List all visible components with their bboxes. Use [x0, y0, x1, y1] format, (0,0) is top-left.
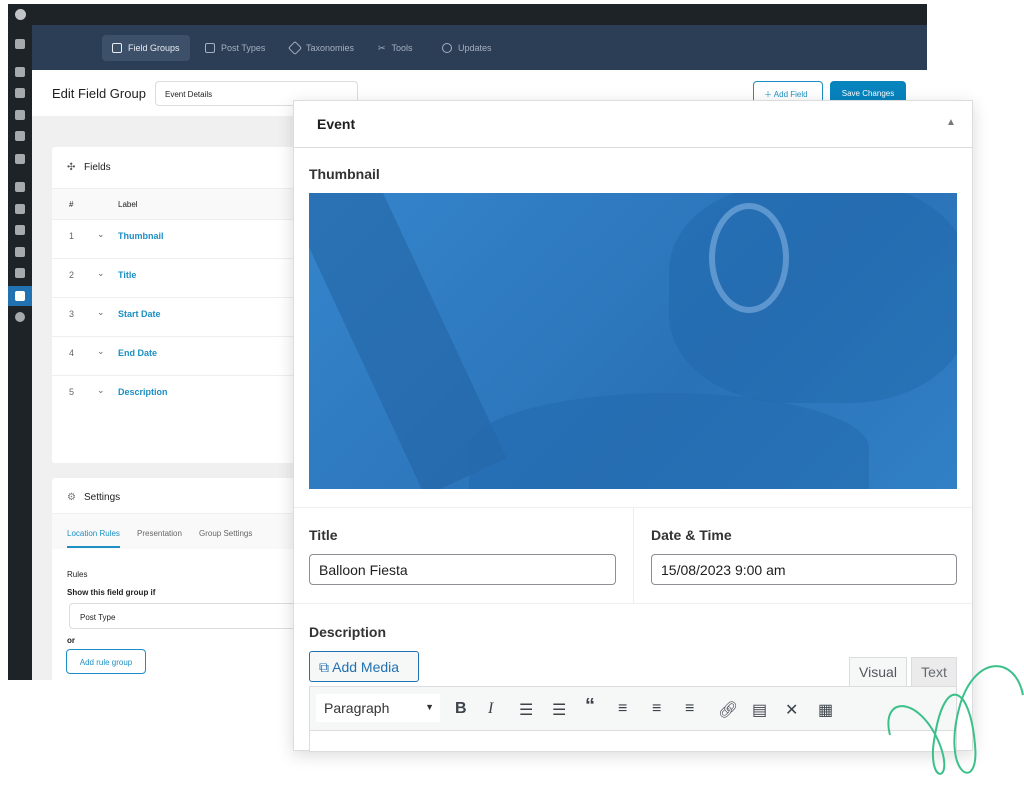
pin-icon[interactable]: [15, 154, 25, 164]
toolbar-toggle-icon[interactable]: ▦: [818, 700, 833, 720]
field-label-link[interactable]: Title: [118, 270, 136, 280]
page-title: Edit Field Group: [52, 86, 146, 101]
pages-icon[interactable]: [15, 110, 25, 120]
nav-taxonomies[interactable]: Taxonomies: [280, 35, 364, 61]
fields-title: Fields: [84, 162, 111, 173]
list-icon: [112, 43, 122, 53]
title-label: Title: [309, 527, 338, 543]
tab-presentation[interactable]: Presentation: [137, 529, 182, 538]
settings-panel: ⚙ Settings Location Rules Presentation G…: [52, 478, 319, 680]
thumbnail-label: Thumbnail: [309, 166, 380, 182]
play-icon[interactable]: [15, 312, 25, 322]
blockquote-icon[interactable]: “: [585, 695, 595, 718]
settings-icon[interactable]: [15, 268, 25, 278]
add-media-button[interactable]: ⧉ Add Media: [309, 651, 419, 682]
field-row[interactable]: 3 ⌄ Start Date: [52, 297, 312, 336]
tools-icon: ✂: [378, 42, 386, 53]
chevron-down-icon[interactable]: ⌄: [97, 229, 105, 240]
field-number: 1: [69, 231, 75, 241]
wordpress-logo-icon[interactable]: [15, 9, 26, 20]
nav-updates[interactable]: Updates: [432, 35, 502, 61]
admin-bar: [8, 4, 927, 25]
nav-post-types[interactable]: Post Types: [195, 35, 275, 61]
field-label-link[interactable]: Start Date: [118, 309, 161, 319]
rules-label: Rules: [67, 570, 88, 579]
admin-sidebar: [8, 4, 32, 680]
fields-panel: ✣ Fields # Label 1 ⌄ Thumbnail 2 ⌄ Title 3 ⌄ Sta…: [52, 147, 312, 463]
align-left-icon[interactable]: ≡: [618, 700, 627, 718]
field-label-link[interactable]: End Date: [118, 348, 157, 358]
title-input[interactable]: Balloon Fiesta: [309, 554, 616, 585]
link-icon[interactable]: 🔗︎: [718, 700, 738, 720]
show-if-label: Show this field group if: [67, 588, 156, 597]
tab-group-settings[interactable]: Group Settings: [199, 529, 252, 538]
column-label: Label: [118, 200, 138, 209]
comments-icon[interactable]: [15, 131, 25, 141]
field-row[interactable]: 1 ⌄ Thumbnail: [52, 219, 312, 258]
acf-nav: Field Groups Post Types Taxonomies ✂ Tool…: [32, 25, 927, 70]
nav-field-groups[interactable]: Field Groups: [102, 35, 190, 61]
document-icon: [205, 43, 215, 53]
puzzle-icon: ✣: [67, 162, 76, 173]
chevron-down-icon[interactable]: ⌄: [97, 307, 105, 318]
download-icon: [442, 43, 452, 53]
pin-icon[interactable]: [15, 67, 25, 77]
plugins-icon[interactable]: [15, 204, 25, 214]
field-number: 3: [69, 309, 75, 319]
metabox-title: Event: [317, 116, 356, 132]
date-time-input[interactable]: 15/08/2023 9:00 am: [651, 554, 957, 585]
field-label-link[interactable]: Thumbnail: [118, 231, 164, 241]
add-rule-group-button[interactable]: Add rule group: [66, 649, 146, 674]
collapse-caret-icon[interactable]: ▲: [946, 117, 956, 128]
field-label-link[interactable]: Description: [118, 387, 168, 397]
italic-icon[interactable]: I: [488, 700, 493, 718]
field-row[interactable]: 4 ⌄ End Date: [52, 336, 312, 375]
align-right-icon[interactable]: ≡: [685, 700, 694, 718]
column-number: #: [69, 200, 74, 209]
users-icon[interactable]: [15, 225, 25, 235]
wordpress-logo-icon: [709, 203, 789, 313]
settings-title: Settings: [84, 492, 121, 503]
field-number: 4: [69, 348, 75, 358]
or-label: or: [67, 636, 75, 645]
numbered-list-icon[interactable]: ☰: [552, 700, 566, 720]
align-center-icon[interactable]: ≡: [652, 700, 661, 718]
gear-icon: ⚙: [67, 492, 76, 503]
editor-content[interactable]: [309, 731, 957, 752]
acf-menu-active[interactable]: [8, 286, 32, 306]
bullet-list-icon[interactable]: ☰: [519, 700, 533, 720]
field-row[interactable]: 2 ⌄ Title: [52, 258, 312, 297]
appearance-icon[interactable]: [15, 182, 25, 192]
media-icon: ⧉: [319, 659, 333, 675]
nav-tools[interactable]: ✂ Tools: [368, 35, 423, 61]
date-time-label: Date & Time: [651, 527, 732, 543]
field-row[interactable]: 5 ⌄ Description: [52, 375, 312, 414]
dropdown-arrow-icon: ▼: [425, 702, 434, 712]
format-value: Paragraph: [324, 700, 390, 716]
decorative-squiggle: [887, 665, 1024, 775]
field-number: 5: [69, 387, 75, 397]
thumbnail-image[interactable]: [309, 193, 957, 489]
editor-toolbar: Paragraph ▼ B I ☰ ☰ “ ≡ ≡ ≡ 🔗︎ ▤ ✕ ▦: [309, 686, 957, 731]
chevron-down-icon[interactable]: ⌄: [97, 346, 105, 357]
chevron-down-icon[interactable]: ⌄: [97, 268, 105, 279]
description-label: Description: [309, 624, 387, 640]
tab-location-rules[interactable]: Location Rules: [67, 529, 120, 548]
rule-param-select[interactable]: Post Type: [69, 603, 319, 629]
plus-icon: ＋: [764, 90, 774, 99]
media-icon[interactable]: [15, 88, 25, 98]
bold-icon[interactable]: B: [455, 700, 467, 718]
chevron-down-icon[interactable]: ⌄: [97, 385, 105, 396]
read-more-icon[interactable]: ▤: [752, 700, 767, 720]
dashboard-icon[interactable]: [15, 39, 25, 49]
field-number: 2: [69, 270, 75, 280]
tag-icon: [287, 40, 303, 56]
tools-icon[interactable]: [15, 247, 25, 257]
event-metabox: Event ▲ Thumbnail Title Balloon Fiesta D…: [293, 100, 973, 752]
format-select[interactable]: Paragraph ▼: [316, 694, 440, 722]
fullscreen-icon[interactable]: ✕: [785, 700, 798, 720]
